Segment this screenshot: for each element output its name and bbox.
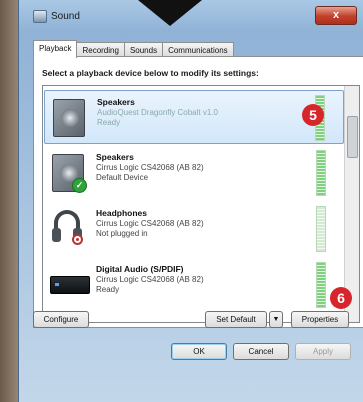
device-status: Not plugged in — [96, 229, 148, 238]
checkmark-icon: ✓ — [72, 178, 87, 193]
level-meter — [316, 262, 326, 308]
unplugged-icon — [72, 234, 83, 245]
playback-panel: Select a playback device below to modify… — [33, 56, 363, 328]
window-title: Sound — [51, 11, 80, 22]
speaker-icon — [51, 97, 87, 137]
device-name: Headphones — [96, 208, 148, 218]
ok-button[interactable]: OK — [171, 343, 227, 360]
properties-button[interactable]: Properties — [291, 311, 349, 328]
device-name: Speakers — [97, 97, 135, 107]
device-driver: Cirrus Logic CS42068 (AB 82) — [96, 275, 204, 284]
cancel-button[interactable]: Cancel — [233, 343, 289, 360]
close-button[interactable]: x — [315, 6, 357, 25]
scrollbar-thumb[interactable] — [347, 116, 358, 158]
tab-recording[interactable]: Recording — [76, 42, 125, 57]
tab-playback[interactable]: Playback — [33, 40, 78, 58]
device-driver: AudioQuest Dragonfly Cobalt v1.0 — [97, 108, 218, 117]
configure-button[interactable]: Configure — [33, 311, 89, 328]
device-spdif[interactable]: Digital Audio (S/PDIF) Cirrus Logic CS42… — [44, 258, 344, 312]
device-headphones[interactable]: Headphones Cirrus Logic CS42068 (AB 82) … — [44, 202, 344, 256]
pointer-arrow-icon — [138, 0, 202, 26]
device-name: Speakers — [96, 152, 134, 162]
set-default-dropdown[interactable]: ▼ — [269, 311, 283, 328]
device-speakers-dragonfly[interactable]: Speakers AudioQuest Dragonfly Cobalt v1.… — [44, 90, 344, 144]
apply-button[interactable]: Apply — [295, 343, 351, 360]
instruction-text: Select a playback device below to modify… — [42, 68, 259, 78]
step-6-callout: 6 — [330, 287, 352, 309]
tab-communications[interactable]: Communications — [162, 42, 234, 57]
device-status: Ready — [97, 118, 121, 127]
step-5-callout: 5 — [302, 104, 324, 126]
tab-sounds[interactable]: Sounds — [123, 42, 164, 57]
spdif-icon — [50, 264, 90, 304]
device-status: Ready — [96, 285, 120, 294]
device-driver: Cirrus Logic CS42068 (AB 82) — [96, 163, 204, 172]
device-status: Default Device — [96, 173, 149, 182]
headphones-icon — [50, 208, 86, 248]
device-driver: Cirrus Logic CS42068 (AB 82) — [96, 219, 204, 228]
level-meter — [316, 206, 326, 252]
desktop-background-left — [0, 0, 20, 402]
sound-icon — [33, 10, 47, 23]
level-meter — [316, 150, 326, 196]
speaker-icon: ✓ — [50, 152, 87, 193]
tab-strip: Playback Recording Sounds Communications — [33, 40, 234, 58]
device-speakers-cirrus[interactable]: ✓ Speakers Cirrus Logic CS42068 (AB 82) … — [44, 146, 344, 200]
sound-dialog: Sound x Playback Recording Sounds Commun… — [18, 0, 363, 402]
set-default-button[interactable]: Set Default — [205, 311, 267, 328]
device-name: Digital Audio (S/PDIF) — [96, 264, 184, 274]
device-list-scrollbar[interactable] — [344, 86, 359, 322]
